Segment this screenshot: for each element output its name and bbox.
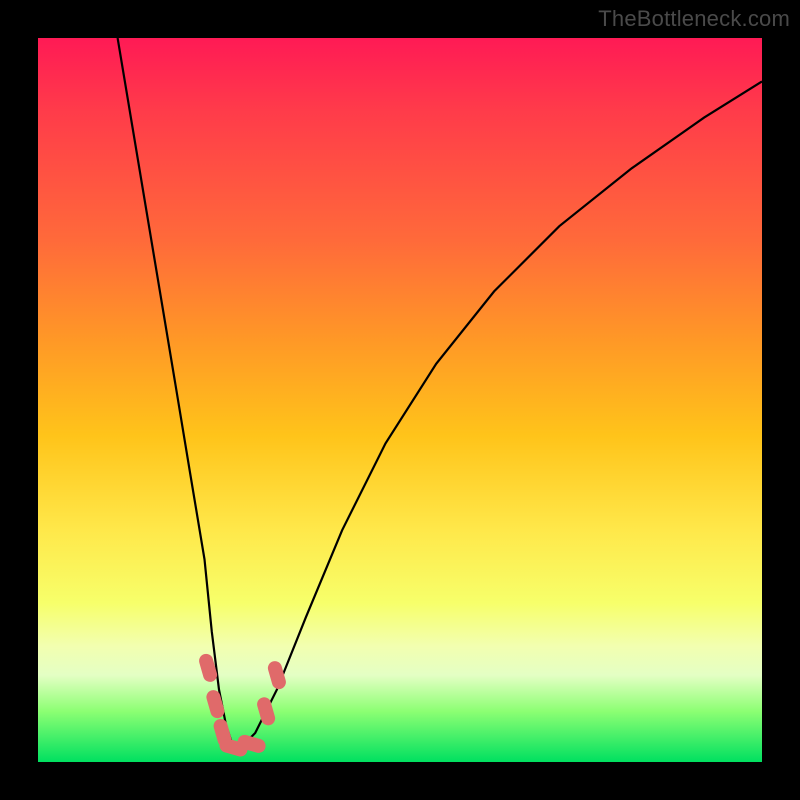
- bottleneck-curve: [118, 38, 762, 748]
- marker-right-2: [275, 668, 279, 682]
- marker-bottom-1: [227, 746, 241, 750]
- watermark-text: TheBottleneck.com: [598, 6, 790, 32]
- marker-right-1: [264, 704, 268, 718]
- marker-left-1: [206, 661, 210, 675]
- marker-bottom-2: [245, 742, 259, 746]
- curve-layer: [38, 38, 762, 762]
- marker-left-2: [213, 697, 217, 711]
- chart-frame: TheBottleneck.com: [0, 0, 800, 800]
- marker-group: [206, 661, 279, 750]
- marker-left-3: [221, 726, 225, 740]
- plot-area: [38, 38, 762, 762]
